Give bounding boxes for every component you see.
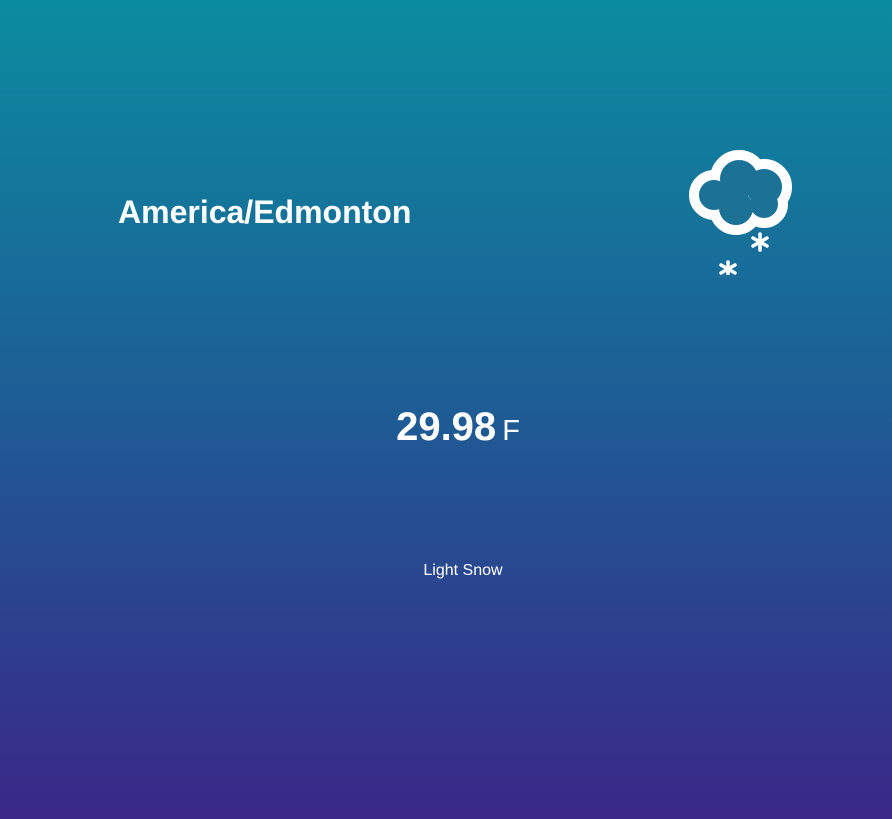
- snowflake-icon: [751, 232, 769, 252]
- weather-description: Light Snow: [423, 562, 503, 579]
- temperature-value: 29.98: [396, 405, 497, 449]
- cloud-snow-icon-graphic: [689, 150, 792, 279]
- temperature-unit: F: [502, 415, 520, 447]
- location-title: America/Edmonton: [118, 194, 412, 230]
- cloud-snow-icon: [684, 146, 802, 279]
- temperature-display: 29.98 F: [0, 405, 892, 450]
- snowflake-icon: [719, 260, 737, 278]
- weather-page: { "location": { "timezone": "America/Edm…: [0, 0, 892, 819]
